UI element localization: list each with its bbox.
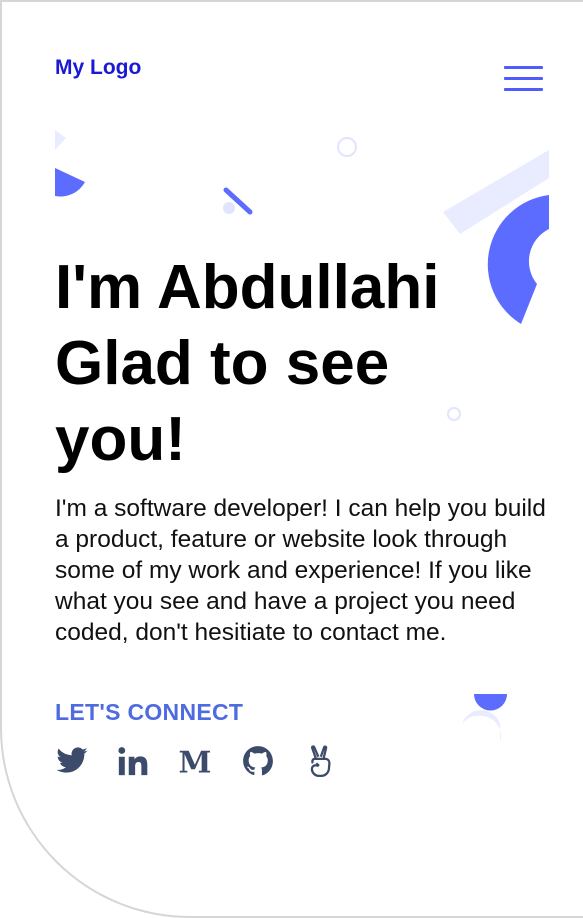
hero-title-line: you!: [55, 405, 186, 474]
crescent-shape: [462, 710, 501, 742]
dot-shape: [223, 202, 235, 214]
ring-shape: [337, 137, 357, 157]
half-circle-shape: [55, 168, 85, 197]
triangle-shape: [55, 130, 66, 150]
hero-title-line: Glad to see: [55, 329, 390, 398]
twitter-icon[interactable]: [55, 744, 89, 778]
hero-title-line: I'm Abdullahi: [55, 253, 440, 322]
svg-text:M: M: [179, 745, 212, 778]
connect-heading: LET'S CONNECT: [55, 699, 244, 725]
github-icon[interactable]: [241, 744, 275, 778]
hero-title: I'm Abdullahi Glad to see you!: [55, 250, 515, 478]
angellist-icon[interactable]: [303, 744, 337, 778]
linkedin-icon[interactable]: [116, 744, 150, 778]
page-frame: My Logo I'm Abdullahi Glad to see you! I…: [0, 0, 583, 918]
hero-intro: I'm a software developer! I can help you…: [55, 495, 546, 646]
medium-icon[interactable]: M: [178, 744, 212, 780]
cup-shape: [474, 694, 507, 711]
